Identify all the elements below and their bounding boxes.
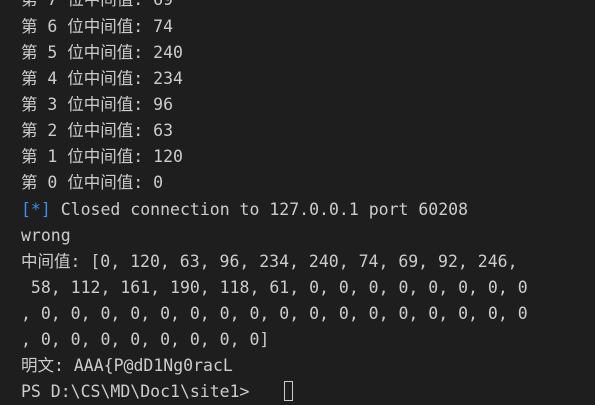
output-line-bit-2: 第 2 位中间值: 63 (21, 121, 174, 140)
status-marker: [*] (21, 200, 51, 219)
array-line-1: 中间值: [0, 120, 63, 96, 234, 240, 74, 69, … (21, 252, 518, 271)
terminal-output[interactable]: 第 7 位中间值: 69 第 6 位中间值: 74 第 5 位中间值: 240 … (0, 0, 595, 405)
output-line-bit-0: 第 0 位中间值: 0 (21, 173, 164, 192)
array-line-3: , 0, 0, 0, 0, 0, 0, 0, 0, 0, 0, 0, 0, 0,… (21, 304, 528, 323)
closed-connection-message: Closed connection to 127.0.0.1 port 6020… (50, 200, 469, 219)
closed-connection-line: [*] Closed connection to 127.0.0.1 port … (21, 197, 468, 223)
output-line-bit-6: 第 6 位中间值: 74 (21, 17, 174, 36)
output-line-bit-1: 第 1 位中间值: 120 (21, 147, 183, 166)
prompt-line[interactable]: PS D:\CS\MD\Doc1\site1> (21, 379, 259, 405)
output-line-bit-7: 第 7 位中间值: 69 (21, 0, 173, 13)
output-line-bit-3: 第 3 位中间值: 96 (21, 95, 174, 114)
wrong-line: wrong (21, 226, 71, 245)
shell-prompt: PS D:\CS\MD\Doc1\site1> (21, 382, 260, 401)
array-line-4: , 0, 0, 0, 0, 0, 0, 0, 0] (21, 330, 270, 349)
output-line-bit-5: 第 5 位中间值: 240 (21, 43, 183, 62)
text-cursor[interactable] (284, 381, 293, 401)
output-line-bit-4: 第 4 位中间值: 234 (21, 69, 183, 88)
plaintext-line: 明文: AAA{P@dD1Ng0racL (21, 356, 233, 375)
array-line-2: 58, 112, 161, 190, 118, 61, 0, 0, 0, 0, … (21, 278, 528, 297)
